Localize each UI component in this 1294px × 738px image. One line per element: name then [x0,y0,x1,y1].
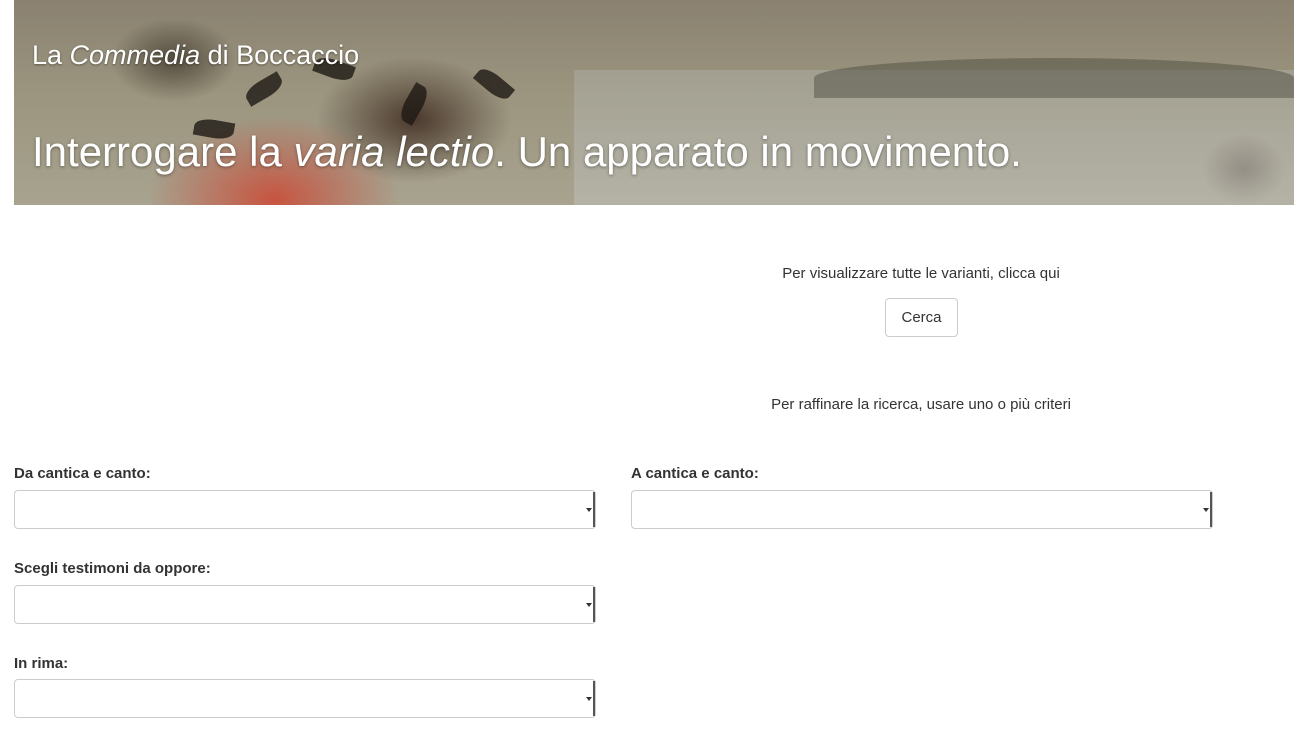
banner-leaf [472,64,516,104]
chevron-down-icon [1203,492,1212,527]
to-canto-label: A cantica e canto: [631,465,759,482]
from-canto-select[interactable] [14,490,596,529]
banner-leaf [242,71,286,107]
banner-hill [814,58,1294,98]
header-banner: La Commedia di Boccaccio Interrogare la … [14,0,1294,205]
search-all-instruction: Per visualizzare tutte le varianti, clic… [782,265,1060,282]
to-canto-select[interactable] [631,490,1213,529]
page-title-em: varia lectio [293,128,495,175]
witnesses-label: Scegli testimoni da oppore: [14,560,211,577]
from-canto-label: Da cantica e canto: [14,465,151,482]
search-button[interactable]: Cerca [885,298,958,337]
site-subtitle-em: Commedia [69,40,201,70]
page-title: Interrogare la varia lectio. Un apparato… [32,128,1022,176]
chevron-down-icon [586,587,595,622]
chevron-down-icon [586,681,595,716]
page-title-post: . Un apparato in movimento. [494,128,1022,175]
banner-leaf [396,82,432,126]
site-subtitle: La Commedia di Boccaccio [32,40,359,71]
witnesses-select[interactable] [14,585,596,624]
site-subtitle-post: di Boccaccio [200,40,360,70]
site-subtitle-pre: La [32,40,70,70]
rhyme-label: In rima: [14,655,69,672]
page-title-pre: Interrogare la [32,128,294,175]
chevron-down-icon [586,492,595,527]
refine-instruction: Per raffinare la ricerca, usare uno o pi… [771,396,1071,413]
rhyme-select[interactable] [14,679,596,718]
